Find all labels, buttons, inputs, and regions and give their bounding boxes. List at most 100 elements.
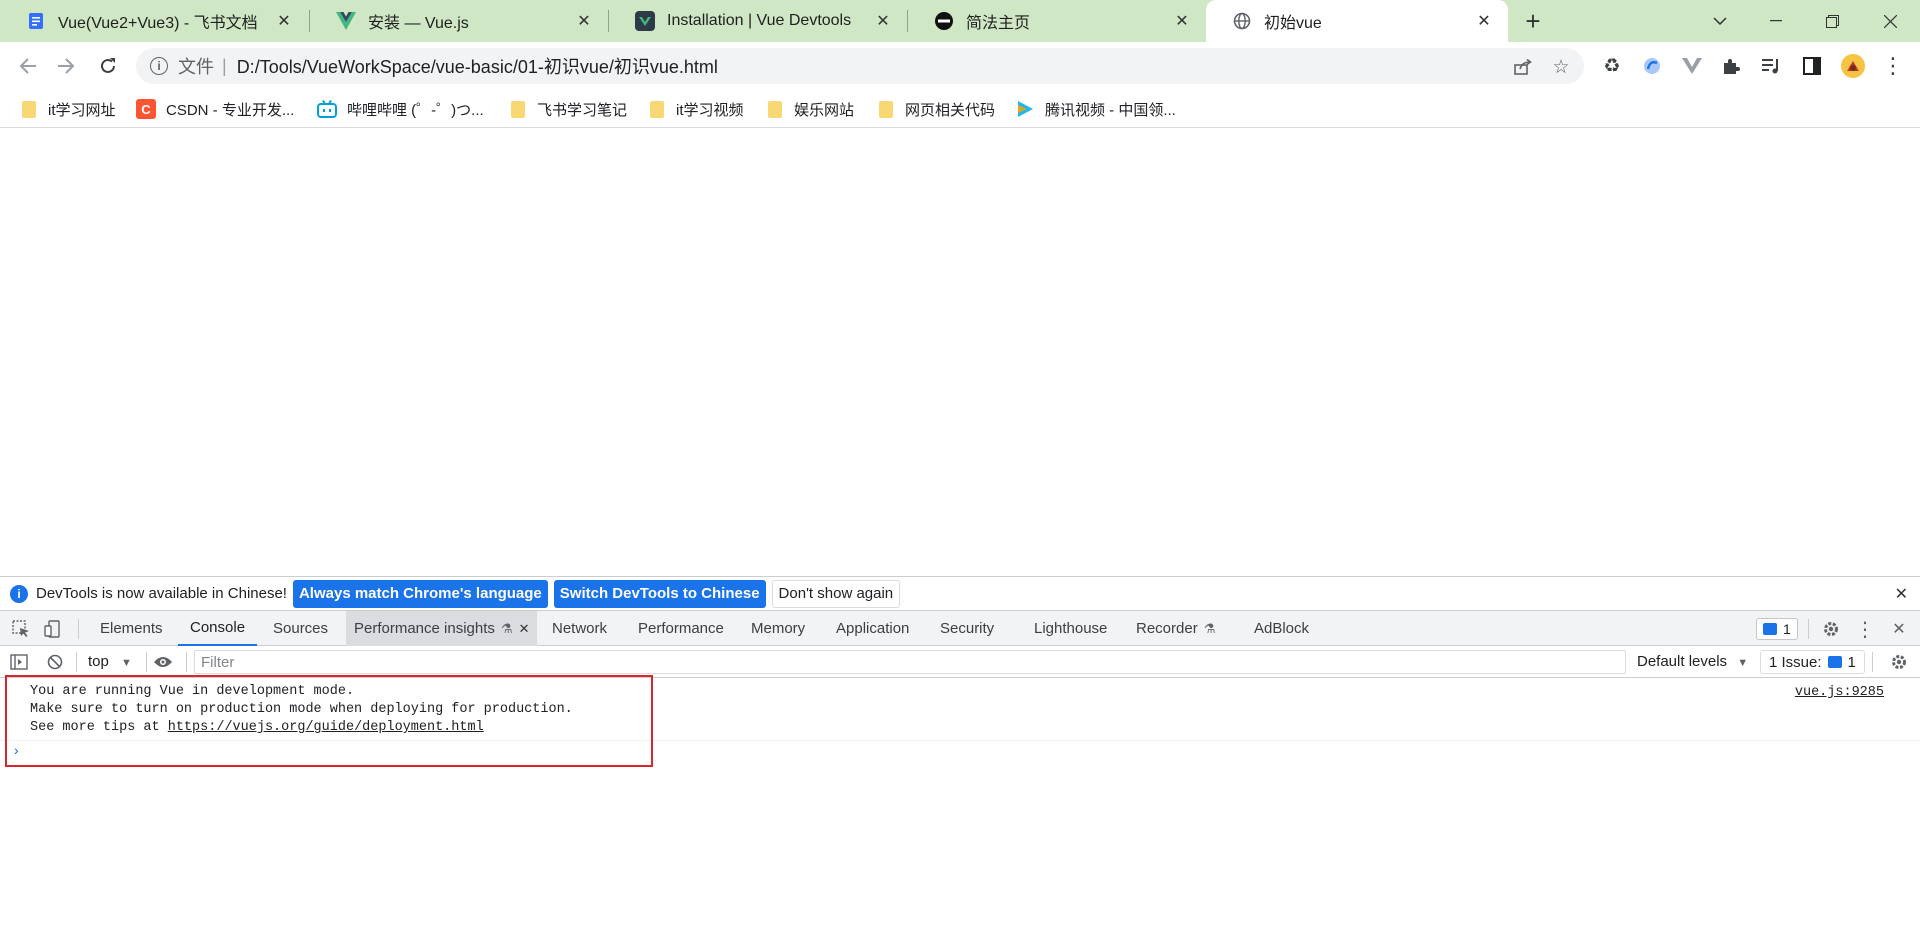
- tab-recorder[interactable]: Recorder ⚗: [1136, 611, 1215, 646]
- close-icon[interactable]: ✕: [1895, 584, 1908, 604]
- messages-badge[interactable]: 1: [1756, 618, 1798, 640]
- tab-memory[interactable]: Memory: [751, 611, 805, 646]
- globe-icon: [1232, 11, 1252, 31]
- bookmark-label: it学习网址: [48, 101, 116, 119]
- log-levels-dropdown[interactable]: Default levels ▼: [1637, 653, 1748, 670]
- eye-icon[interactable]: [152, 651, 174, 673]
- tab-jianfa[interactable]: 简法主页 ✕: [908, 0, 1206, 42]
- recycle-extension-icon[interactable]: ♻: [1597, 51, 1627, 81]
- tab-vue-devtools[interactable]: Installation | Vue Devtools ✕: [609, 0, 907, 42]
- info-icon: i: [10, 584, 28, 603]
- tab-vuejs[interactable]: 安装 — Vue.js ✕: [310, 0, 608, 42]
- tab-network[interactable]: Network: [552, 611, 607, 646]
- dropdown-caret-icon: ▼: [1737, 657, 1749, 669]
- profile-avatar[interactable]: [1838, 51, 1868, 81]
- issues-button[interactable]: 1 Issue: 1: [1760, 650, 1865, 674]
- bookmark-web-code[interactable]: 网页相关代码: [879, 98, 995, 120]
- experiment-flask-icon: ⚗: [500, 620, 513, 636]
- bookmark-it-sites[interactable]: it学习网址: [22, 98, 116, 120]
- switch-to-chinese-button[interactable]: Switch DevTools to Chinese: [553, 579, 766, 608]
- new-tab-button[interactable]: +: [1518, 6, 1548, 36]
- source-location-link[interactable]: vue.js:9285: [1795, 685, 1884, 700]
- tab-security[interactable]: Security: [940, 611, 994, 646]
- close-icon[interactable]: ✕: [574, 11, 594, 31]
- tab-console[interactable]: Console: [178, 611, 258, 646]
- minimize-icon[interactable]: [1752, 0, 1800, 42]
- tab-performance-insights[interactable]: Performance insights ⚗ ✕: [346, 611, 538, 646]
- tab-application[interactable]: Application: [836, 611, 909, 646]
- share-icon[interactable]: [1512, 56, 1534, 78]
- chrome-menu-icon[interactable]: ⋮: [1878, 51, 1908, 81]
- context-selector[interactable]: top ▼: [88, 653, 132, 670]
- vue-devtools-icon: [635, 11, 655, 31]
- toolbar-divider: [1808, 619, 1809, 639]
- tab-feishu[interactable]: Vue(Vue2+Vue3) - 飞书文档 ✕: [0, 0, 308, 42]
- toolbar-divider: [76, 652, 77, 672]
- clear-console-icon[interactable]: [44, 651, 66, 673]
- tab-elements[interactable]: Elements: [100, 611, 163, 646]
- folder-icon: [879, 100, 893, 118]
- restore-icon[interactable]: [1808, 0, 1856, 42]
- bookmark-tencent-video[interactable]: 腾讯视频 - 中国领...: [1015, 98, 1176, 120]
- bilibili-icon: [317, 99, 337, 119]
- edge-extension-icon[interactable]: [1637, 51, 1667, 81]
- close-icon[interactable]: ✕: [274, 11, 294, 31]
- address-url[interactable]: D:/Tools/VueWorkSpace/vue-basic/01-初识vue…: [237, 53, 718, 79]
- tab-title: Vue(Vue2+Vue3) - 飞书文档: [58, 15, 258, 32]
- close-icon[interactable]: ✕: [1474, 11, 1494, 31]
- tab-label: Performance insights: [354, 620, 495, 637]
- vue-devtools-extension-icon[interactable]: [1677, 51, 1707, 81]
- bookmark-bilibili[interactable]: 哔哩哔哩 (゜-゜)つ...: [317, 98, 484, 120]
- back-button[interactable]: [12, 50, 44, 82]
- bookmark-feishu-notes[interactable]: 飞书学习笔记: [511, 98, 627, 120]
- sidebar-toggle-icon[interactable]: [8, 651, 30, 673]
- tab-strip: Vue(Vue2+Vue3) - 飞书文档 ✕ 安装 — Vue.js ✕ In…: [0, 0, 1920, 42]
- infobar-message: DevTools is now available in Chinese!: [36, 585, 287, 602]
- dont-show-again-button[interactable]: Don't show again: [771, 579, 901, 608]
- devtools-menu-icon[interactable]: ⋮: [1854, 618, 1876, 641]
- bookmark-it-videos[interactable]: it学习视频: [650, 98, 744, 120]
- inspect-element-icon[interactable]: [10, 618, 32, 640]
- close-devtools-icon[interactable]: ✕: [1888, 618, 1910, 640]
- bookmark-entertainment[interactable]: 娱乐网站: [768, 98, 854, 120]
- toolbar-divider: [146, 652, 147, 672]
- bookmark-csdn[interactable]: C CSDN - 专业开发...: [136, 98, 294, 120]
- close-icon[interactable]: ✕: [1172, 11, 1192, 31]
- scheme-label: 文件: [178, 57, 214, 77]
- close-icon[interactable]: ✕: [873, 11, 893, 31]
- devtools-tab-bar: Elements Console Sources Performance ins…: [0, 610, 1920, 646]
- side-panel-icon[interactable]: [1797, 51, 1827, 81]
- bookmark-label: 娱乐网站: [794, 101, 855, 119]
- console-settings-gear-icon[interactable]: [1888, 651, 1910, 673]
- tab-search-chevron-icon[interactable]: [1696, 0, 1744, 42]
- site-info-icon[interactable]: i: [150, 57, 168, 75]
- filter-input[interactable]: Filter: [194, 650, 1626, 674]
- experiment-flask-icon: ⚗: [1203, 620, 1216, 636]
- gear-icon[interactable]: [1820, 618, 1842, 640]
- tab-performance[interactable]: Performance: [638, 611, 724, 646]
- forward-button[interactable]: [50, 50, 82, 82]
- device-toolbar-icon[interactable]: [42, 618, 64, 640]
- always-match-language-button[interactable]: Always match Chrome's language: [292, 579, 548, 608]
- tab-lighthouse[interactable]: Lighthouse: [1034, 611, 1107, 646]
- tab-title: Installation | Vue Devtools: [667, 12, 852, 29]
- folder-icon: [22, 100, 36, 118]
- feishu-doc-icon: [26, 11, 46, 31]
- media-control-icon[interactable]: [1756, 51, 1786, 81]
- window-close-icon[interactable]: [1866, 0, 1914, 42]
- bookmark-label: 哔哩哔哩 (゜-゜)つ...: [347, 101, 484, 119]
- extensions-puzzle-icon[interactable]: [1716, 51, 1746, 81]
- toolbar-divider: [78, 619, 79, 639]
- address-bar[interactable]: i 文件 | D:/Tools/VueWorkSpace/vue-basic/0…: [136, 48, 1584, 84]
- dropdown-caret-icon: ▼: [121, 657, 132, 669]
- close-icon[interactable]: ✕: [519, 621, 530, 637]
- bookmark-star-icon[interactable]: ☆: [1550, 56, 1572, 78]
- bookmark-label: 腾讯视频 - 中国领...: [1045, 101, 1176, 119]
- folder-icon: [768, 100, 782, 118]
- tab-adblock[interactable]: AdBlock: [1254, 611, 1309, 646]
- tab-sources[interactable]: Sources: [273, 611, 328, 646]
- tab-active-chushi-vue[interactable]: 初始vue ✕: [1206, 0, 1508, 42]
- bookmarks-bar: it学习网址 C CSDN - 专业开发... 哔哩哔哩 (゜-゜)つ... 飞…: [0, 90, 1920, 128]
- tencent-video-icon: [1015, 99, 1035, 119]
- reload-button[interactable]: [92, 50, 124, 82]
